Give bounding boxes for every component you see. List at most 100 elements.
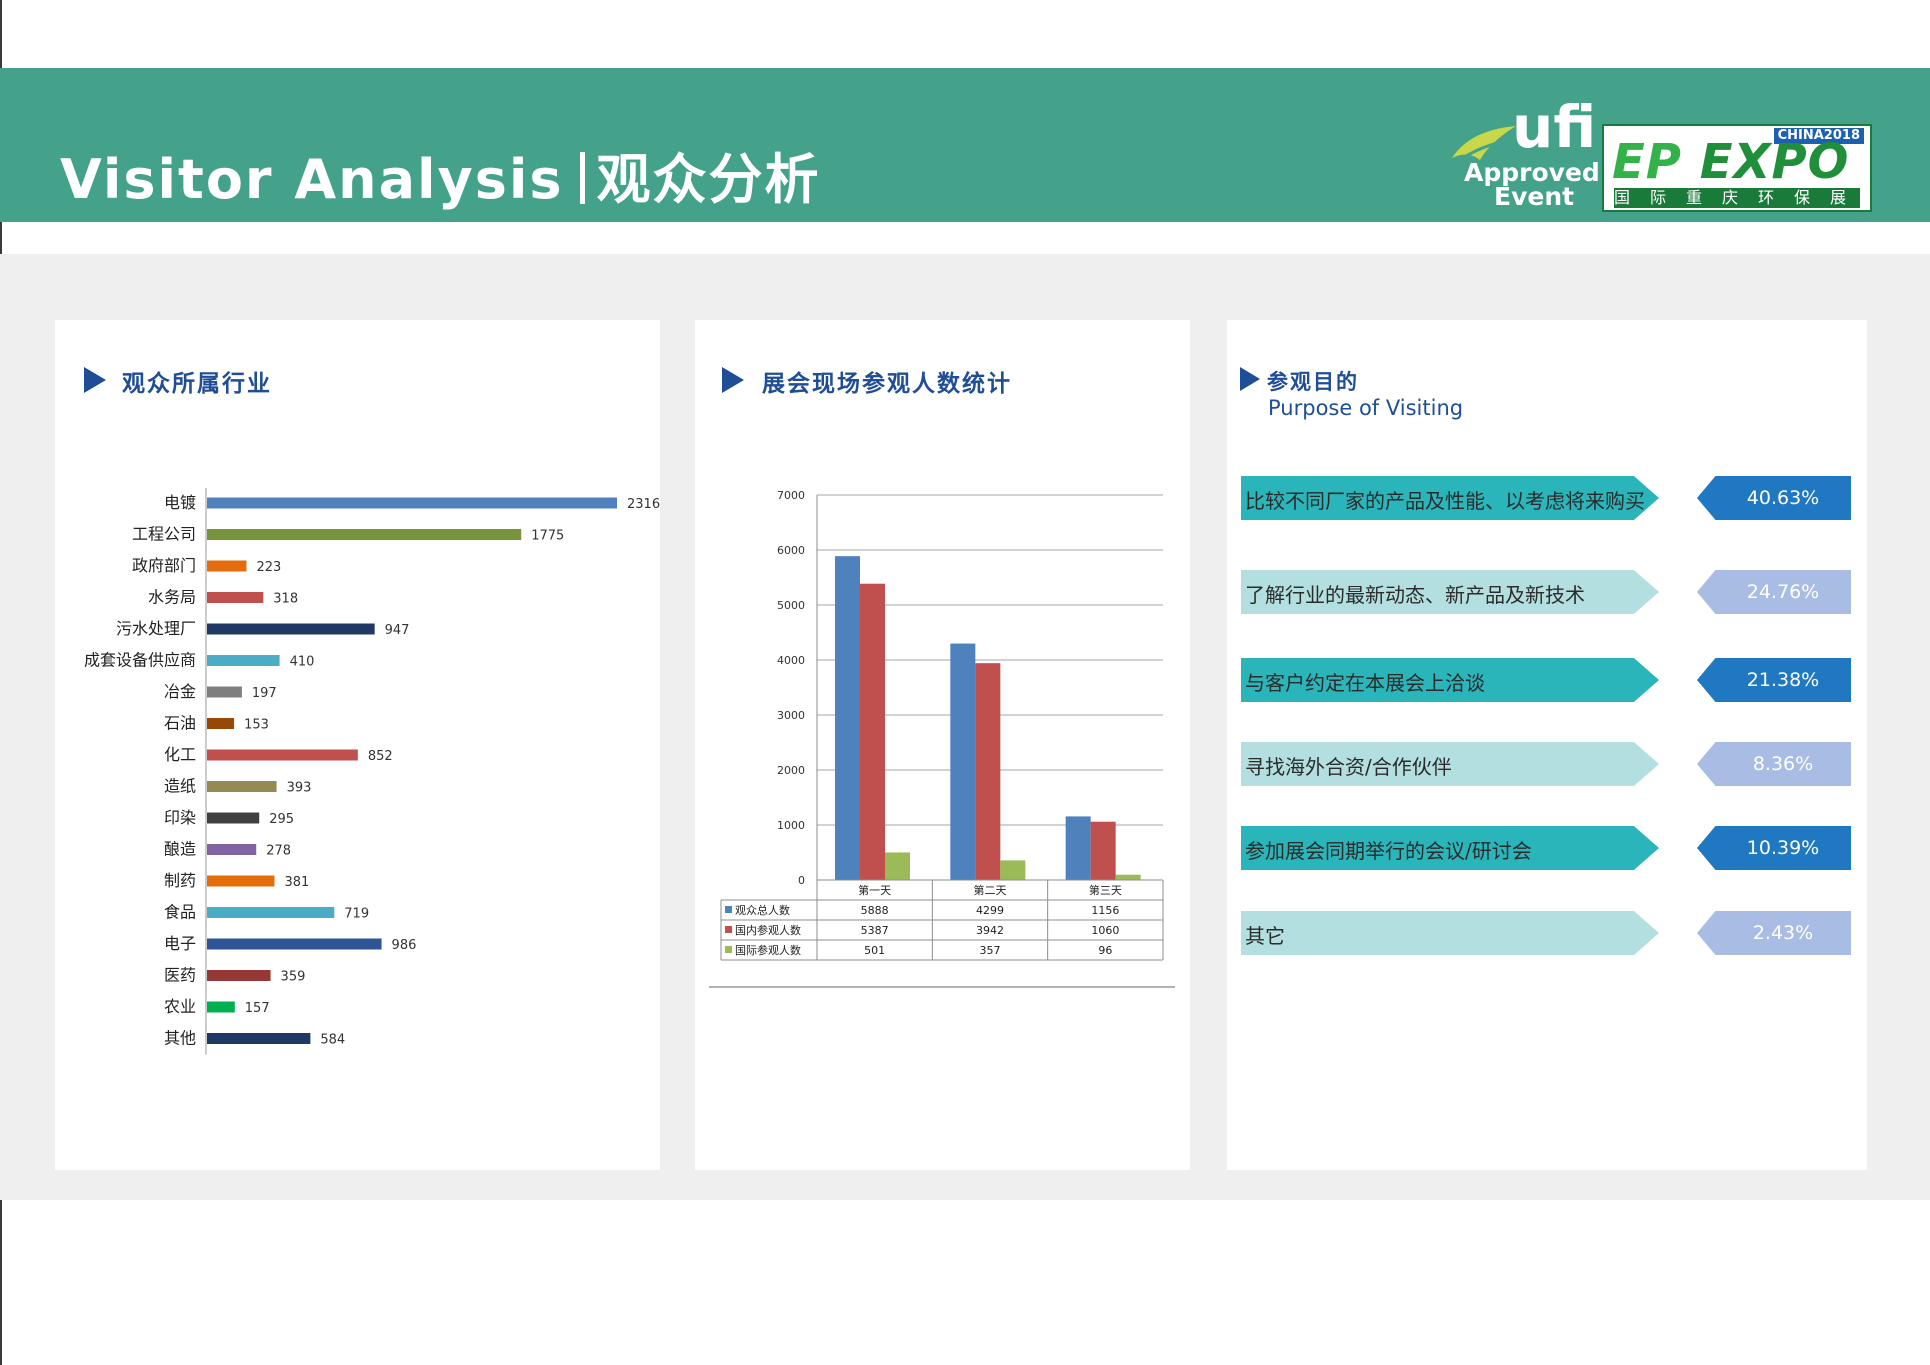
attendance-bar	[860, 583, 885, 880]
industry-value-label: 153	[244, 718, 269, 733]
industry-category-label: 水务局	[148, 588, 196, 607]
data-table-value: 1156	[1091, 904, 1119, 917]
purpose-percentage: 24.76%	[1746, 581, 1820, 603]
industry-bar	[207, 749, 358, 761]
industry-category-label: 酿造	[164, 840, 196, 859]
industry-category-label: 冶金	[164, 682, 196, 701]
attendance-chart: 0 1000 2000 3000 4000 5000 6000 7000 第一天 第二天 第三天观众…	[709, 489, 1175, 988]
attendance-bar	[1000, 860, 1026, 880]
attendance-y-tick: 2000	[777, 764, 805, 777]
attendance-category-label: 第一天	[858, 883, 891, 897]
industry-category-label: 电镀	[164, 493, 196, 512]
attendance-bar	[835, 556, 860, 880]
industry-bar	[207, 592, 264, 603]
industry-category-label: 政府部门	[132, 556, 196, 575]
purpose-label-arrow: 参加展会同期举行的会议/研讨会	[1241, 826, 1659, 870]
purpose-title-arrow-icon	[1240, 367, 1260, 391]
attendance-y-tick: 1000	[777, 819, 805, 832]
industry-bar	[207, 907, 335, 918]
industry-value-label: 986	[392, 938, 417, 953]
industry-bar	[207, 623, 375, 635]
purpose-percentage-badge: 24.76%	[1697, 570, 1851, 614]
purpose-label-arrow: 其它	[1241, 911, 1659, 955]
purpose-item: 比较不同厂家的产品及性能、以考虑将来购买 40.63%	[1241, 476, 1851, 520]
purpose-item: 参加展会同期举行的会议/研讨会 10.39%	[1241, 826, 1851, 870]
industry-category-label: 印染	[164, 808, 196, 827]
industry-value-label: 359	[281, 970, 306, 985]
attendance-y-tick: 6000	[777, 544, 805, 557]
page-title: Visitor Analysis 观众分析	[60, 135, 821, 214]
industry-bar	[207, 875, 275, 887]
data-table-value: 5888	[861, 904, 889, 917]
legend-swatch	[725, 906, 732, 913]
industry-category-label: 工程公司	[132, 525, 196, 544]
ufi-approved-logo: ufi Approved Event	[1450, 98, 1600, 211]
ep-logo-ep: EP	[1612, 134, 1682, 190]
industry-category-label: 农业	[164, 997, 196, 1016]
attendance-y-tick: 3000	[777, 709, 805, 722]
attendance-category-label: 第三天	[1089, 883, 1122, 897]
attendance-bar	[975, 663, 1001, 880]
industry-value-label: 2316	[627, 497, 660, 512]
purpose-label-arrow: 比较不同厂家的产品及性能、以考虑将来购买	[1241, 476, 1659, 520]
attendance-category-label: 第二天	[974, 883, 1007, 897]
purpose-label: 其它	[1245, 924, 1285, 948]
industry-title: 观众所属行业	[122, 371, 272, 397]
attendance-title: 展会现场参观人数统计	[762, 371, 1012, 397]
ufi-word: ufi	[1512, 93, 1597, 161]
ep-logo-subtitle: 国际重庆环保展	[1614, 188, 1860, 208]
legend-swatch	[725, 946, 732, 953]
industry-value-label: 278	[266, 844, 291, 859]
purpose-percentage-badge: 2.43%	[1697, 911, 1851, 955]
industry-category-label: 制药	[164, 871, 196, 890]
purpose-title: 参观目的	[1267, 370, 1359, 394]
purpose-label: 与客户约定在本展会上洽谈	[1245, 671, 1485, 695]
industry-category-label: 造纸	[164, 777, 196, 796]
attendance-bar	[1090, 821, 1116, 880]
attendance-bar	[885, 852, 910, 880]
page-title-cn: 观众分析	[596, 148, 821, 211]
ep-expo-logo: CHINA2018 EP EXPO 国际重庆环保展	[1602, 124, 1872, 212]
industry-bar	[207, 938, 382, 950]
industry-category-label: 其他	[164, 1029, 196, 1048]
purpose-label-arrow: 寻找海外合资/合作伙伴	[1241, 742, 1659, 786]
data-table-value: 501	[864, 944, 885, 957]
industry-value-label: 719	[344, 907, 369, 922]
data-table-value: 5387	[861, 924, 889, 937]
purpose-item: 其它 2.43%	[1241, 911, 1851, 955]
industry-category-label: 石油	[164, 714, 196, 733]
industry-title-arrow-icon	[84, 367, 106, 393]
purpose-percentage: 10.39%	[1746, 837, 1820, 859]
industry-bar	[207, 529, 522, 540]
industry-bar	[207, 655, 280, 666]
attendance-y-tick: 5000	[777, 599, 805, 612]
industry-bar	[207, 844, 257, 855]
attendance-bar	[950, 643, 976, 880]
purpose-label-arrow: 与客户约定在本展会上洽谈	[1241, 658, 1659, 702]
industry-value-label: 157	[245, 1001, 270, 1016]
industry-value-label: 1775	[531, 529, 564, 544]
ufi-event-text: Event	[1494, 182, 1575, 211]
industry-value-label: 947	[385, 623, 410, 638]
industry-value-label: 318	[273, 592, 298, 607]
legend-series-name: 观众总人数	[735, 903, 790, 917]
industry-value-label: 295	[269, 812, 294, 827]
purpose-percentage: 40.63%	[1746, 487, 1820, 509]
attendance-y-tick: 0	[798, 874, 805, 887]
title-separator	[579, 152, 585, 204]
industry-category-label: 污水处理厂	[116, 619, 196, 638]
purpose-percentage: 8.36%	[1752, 753, 1814, 775]
purpose-subtitle: Purpose of Visiting	[1268, 396, 1464, 420]
industry-chart: 电镀 2316 工程公司 1775 政府部门 223 水务局 318 污水处理厂 947 成套设备供…	[84, 488, 660, 1055]
data-table-value: 1060	[1091, 924, 1119, 937]
purpose-label: 比较不同厂家的产品及性能、以考虑将来购买	[1245, 489, 1645, 513]
industry-category-label: 食品	[164, 903, 196, 922]
industry-category-label: 电子	[164, 934, 196, 953]
purpose-label: 了解行业的最新动态、新产品及新技术	[1245, 583, 1585, 607]
industry-category-label: 成套设备供应商	[84, 651, 196, 670]
legend-series-name: 国际参观人数	[735, 943, 801, 957]
purpose-percentage: 2.43%	[1752, 922, 1814, 944]
industry-bar	[207, 560, 247, 572]
data-table-value: 4299	[976, 904, 1004, 917]
industry-value-label: 223	[256, 560, 281, 575]
